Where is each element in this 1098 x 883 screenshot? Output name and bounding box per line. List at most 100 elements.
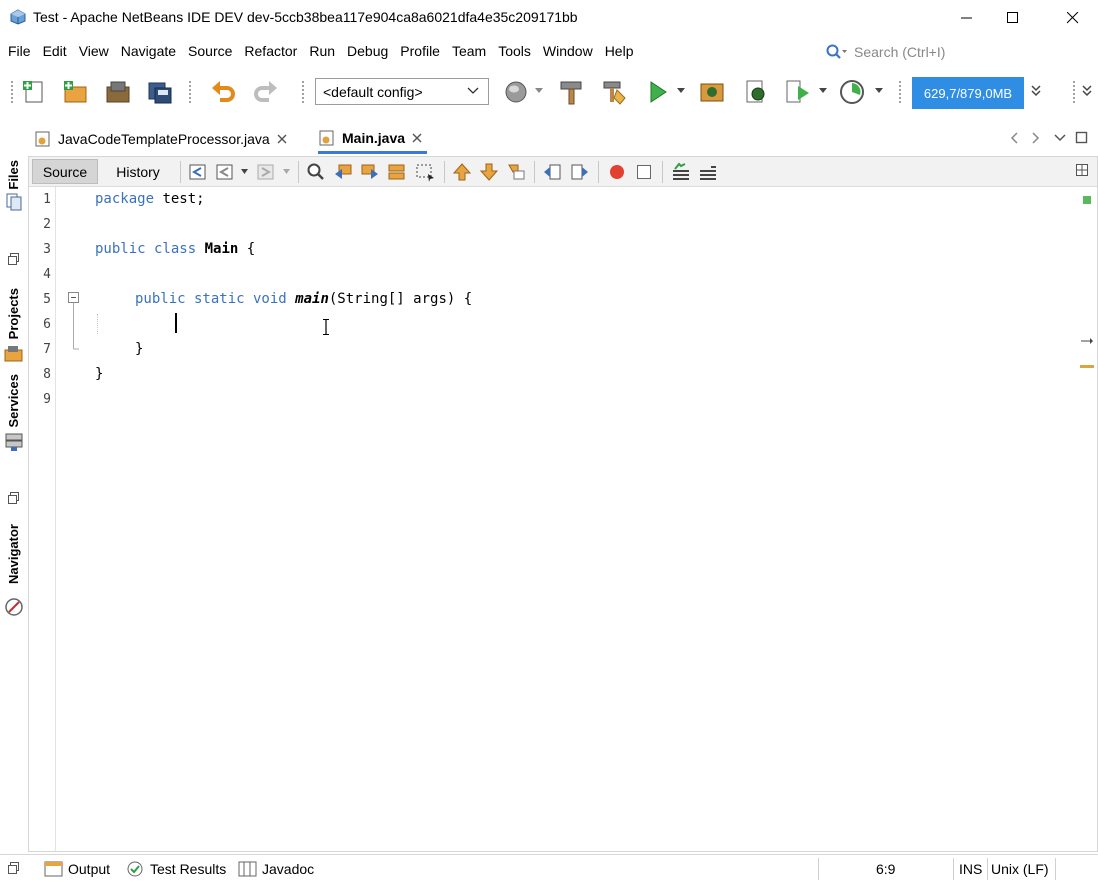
find-previous-icon[interactable]	[333, 162, 353, 182]
menu-refactor[interactable]: Refactor	[238, 36, 303, 66]
close-icon[interactable]	[276, 133, 288, 145]
menu-tools[interactable]: Tools	[492, 36, 537, 66]
memory-usage-bar[interactable]: 629,7/879,0MB	[912, 77, 1024, 109]
menu-navigate[interactable]: Navigate	[115, 36, 182, 66]
cursor-position[interactable]: 6:9	[876, 858, 895, 880]
rectangular-selection-icon[interactable]	[415, 162, 435, 182]
previous-bookmark-icon[interactable]	[452, 162, 472, 182]
menu-help[interactable]: Help	[599, 36, 640, 66]
stop-macro-recording-icon[interactable]	[634, 162, 654, 182]
tab-main-java[interactable]: Main.java	[318, 124, 428, 154]
toolbar-grip[interactable]	[10, 80, 14, 104]
chevron-down-icon[interactable]	[1053, 131, 1067, 145]
back-dropdown-icon[interactable]	[240, 168, 249, 176]
menu-team[interactable]: Team	[446, 36, 492, 66]
toggle-bookmark-icon[interactable]	[506, 162, 526, 182]
open-project-icon[interactable]	[104, 78, 132, 106]
run-dropdown-icon[interactable]	[676, 87, 686, 95]
side-tab-projects[interactable]: Projects	[6, 288, 21, 339]
close-icon[interactable]	[411, 132, 423, 144]
menu-view[interactable]: View	[73, 36, 115, 66]
output-window-button[interactable]: Output	[44, 858, 110, 880]
run-project-icon[interactable]	[644, 78, 672, 106]
code-line-7[interactable]: }	[135, 341, 143, 357]
profiler-gauge-icon[interactable]	[838, 78, 866, 106]
code-line-3[interactable]: public class Main {	[95, 241, 255, 257]
last-edit-icon[interactable]	[188, 162, 208, 182]
maximize-editor-icon[interactable]	[1075, 131, 1089, 145]
globe-icon[interactable]	[503, 78, 531, 106]
history-view-button[interactable]: History	[104, 159, 172, 184]
files-icon[interactable]	[5, 193, 23, 211]
menu-edit[interactable]: Edit	[37, 36, 73, 66]
undo-icon[interactable]	[210, 78, 238, 106]
globe-dropdown-icon[interactable]	[534, 87, 544, 95]
search-icon	[826, 44, 847, 59]
shift-right-icon[interactable]	[570, 162, 590, 182]
toggle-highlight-icon[interactable]	[387, 162, 407, 182]
menu-file[interactable]: File	[2, 36, 37, 66]
restore-window-icon[interactable]	[7, 491, 21, 505]
menu-source[interactable]: Source	[182, 36, 238, 66]
close-window-button[interactable]	[1050, 0, 1096, 36]
restore-window-icon[interactable]	[7, 861, 21, 875]
new-project-icon[interactable]	[61, 78, 89, 106]
minimize-button[interactable]	[944, 0, 990, 36]
search-field[interactable]: Search (Ctrl+I)	[826, 41, 945, 63]
navigator-compass-icon[interactable]	[4, 597, 24, 617]
forward-icon[interactable]	[256, 162, 276, 182]
start-macro-recording-icon[interactable]	[607, 162, 627, 182]
menu-run[interactable]: Run	[303, 36, 341, 66]
split-editor-icon[interactable]	[1075, 163, 1089, 177]
toolbar-grip[interactable]	[898, 80, 902, 104]
new-file-icon[interactable]	[20, 78, 48, 106]
next-bookmark-icon[interactable]	[479, 162, 499, 182]
insert-mode[interactable]: INS	[959, 858, 982, 880]
projects-icon[interactable]	[4, 344, 24, 362]
scroll-tabs-right-icon[interactable]	[1030, 131, 1042, 145]
maximize-button[interactable]	[990, 0, 1036, 36]
code-line-1[interactable]: package test;	[95, 191, 205, 207]
comment-icon[interactable]	[671, 162, 691, 182]
find-next-icon[interactable]	[360, 162, 380, 182]
debug-project-icon[interactable]	[698, 78, 726, 106]
javadoc-window-button[interactable]: Javadoc	[238, 858, 314, 880]
toolbar-grip[interactable]	[1072, 80, 1076, 104]
menu-window[interactable]: Window	[537, 36, 599, 66]
back-icon[interactable]	[215, 162, 235, 182]
test-dropdown-icon[interactable]	[818, 87, 828, 95]
side-tab-services[interactable]: Services	[6, 374, 21, 428]
source-view-button[interactable]: Source	[32, 159, 98, 184]
profile-project-icon[interactable]	[742, 78, 770, 106]
test-results-window-button[interactable]: Test Results	[126, 858, 226, 880]
profiler-dropdown-icon[interactable]	[874, 87, 884, 95]
clean-build-icon[interactable]	[600, 78, 628, 106]
menu-debug[interactable]: Debug	[341, 36, 394, 66]
occurrence-marker[interactable]	[1080, 365, 1094, 368]
toolbar-grip[interactable]	[301, 80, 305, 104]
services-icon[interactable]	[4, 432, 24, 452]
scroll-tabs-left-icon[interactable]	[1008, 131, 1020, 145]
uncomment-icon[interactable]	[698, 162, 718, 182]
code-text: test;	[154, 191, 205, 207]
code-line-5[interactable]: public static void main(String[] args) {	[135, 291, 472, 307]
forward-dropdown-icon[interactable]	[282, 168, 291, 176]
chevrons-down-icon[interactable]	[1030, 84, 1042, 98]
side-tab-navigator[interactable]: Navigator	[6, 524, 21, 584]
configuration-select[interactable]: <default config>	[315, 78, 489, 105]
line-ending[interactable]: Unix (LF)	[991, 858, 1049, 880]
fold-toggle-icon[interactable]	[68, 292, 80, 354]
redo-icon[interactable]	[251, 78, 279, 106]
find-icon[interactable]	[306, 162, 326, 182]
code-line-8[interactable]: }	[95, 366, 103, 382]
chevrons-down-icon[interactable]	[1081, 84, 1093, 98]
save-all-icon[interactable]	[146, 78, 174, 106]
menu-profile[interactable]: Profile	[394, 36, 446, 66]
restore-window-icon[interactable]	[7, 252, 21, 266]
test-project-icon[interactable]	[784, 78, 812, 106]
tab-javacodetemplateprocessor[interactable]: JavaCodeTemplateProcessor.java	[34, 124, 288, 154]
toolbar-grip[interactable]	[188, 80, 192, 104]
shift-left-icon[interactable]	[542, 162, 562, 182]
build-hammer-icon[interactable]	[557, 78, 585, 106]
side-tab-files[interactable]: Files	[6, 160, 21, 190]
